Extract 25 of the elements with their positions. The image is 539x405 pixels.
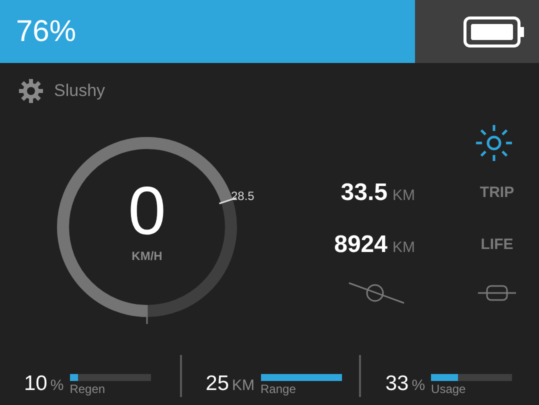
distance-unit: KM: [392, 238, 415, 258]
speed-unit: KM/H: [132, 248, 162, 265]
distance-label: LIFE: [480, 234, 514, 255]
stat-label: Range: [260, 381, 297, 397]
distance-value: 8924: [334, 230, 388, 260]
distance-unit: KM: [392, 186, 415, 206]
distance-label: TRIP: [480, 182, 514, 203]
battery-icon: [463, 16, 525, 48]
settings-icon[interactable]: [18, 78, 44, 104]
sun-icon[interactable]: [474, 123, 514, 163]
stat-label: Regen: [70, 381, 106, 397]
battery-line-icon: [477, 283, 517, 303]
ride-mode-label[interactable]: Slushy: [54, 78, 106, 104]
stat-value: 10: [24, 372, 48, 396]
stat-label: Usage: [431, 381, 467, 397]
wheel-line-icon: [347, 280, 407, 306]
stat-unit: KM: [232, 376, 255, 396]
speed-value: 0: [128, 177, 166, 245]
stat-value: 25: [206, 372, 230, 396]
stat-unit: %: [412, 376, 426, 396]
speed-marker-label: 28.5: [231, 188, 254, 205]
stat-unit: %: [50, 376, 64, 396]
distance-value: 33.5: [340, 178, 388, 208]
battery-percentage: 76%: [16, 14, 76, 50]
stat-value: 33: [385, 372, 409, 396]
